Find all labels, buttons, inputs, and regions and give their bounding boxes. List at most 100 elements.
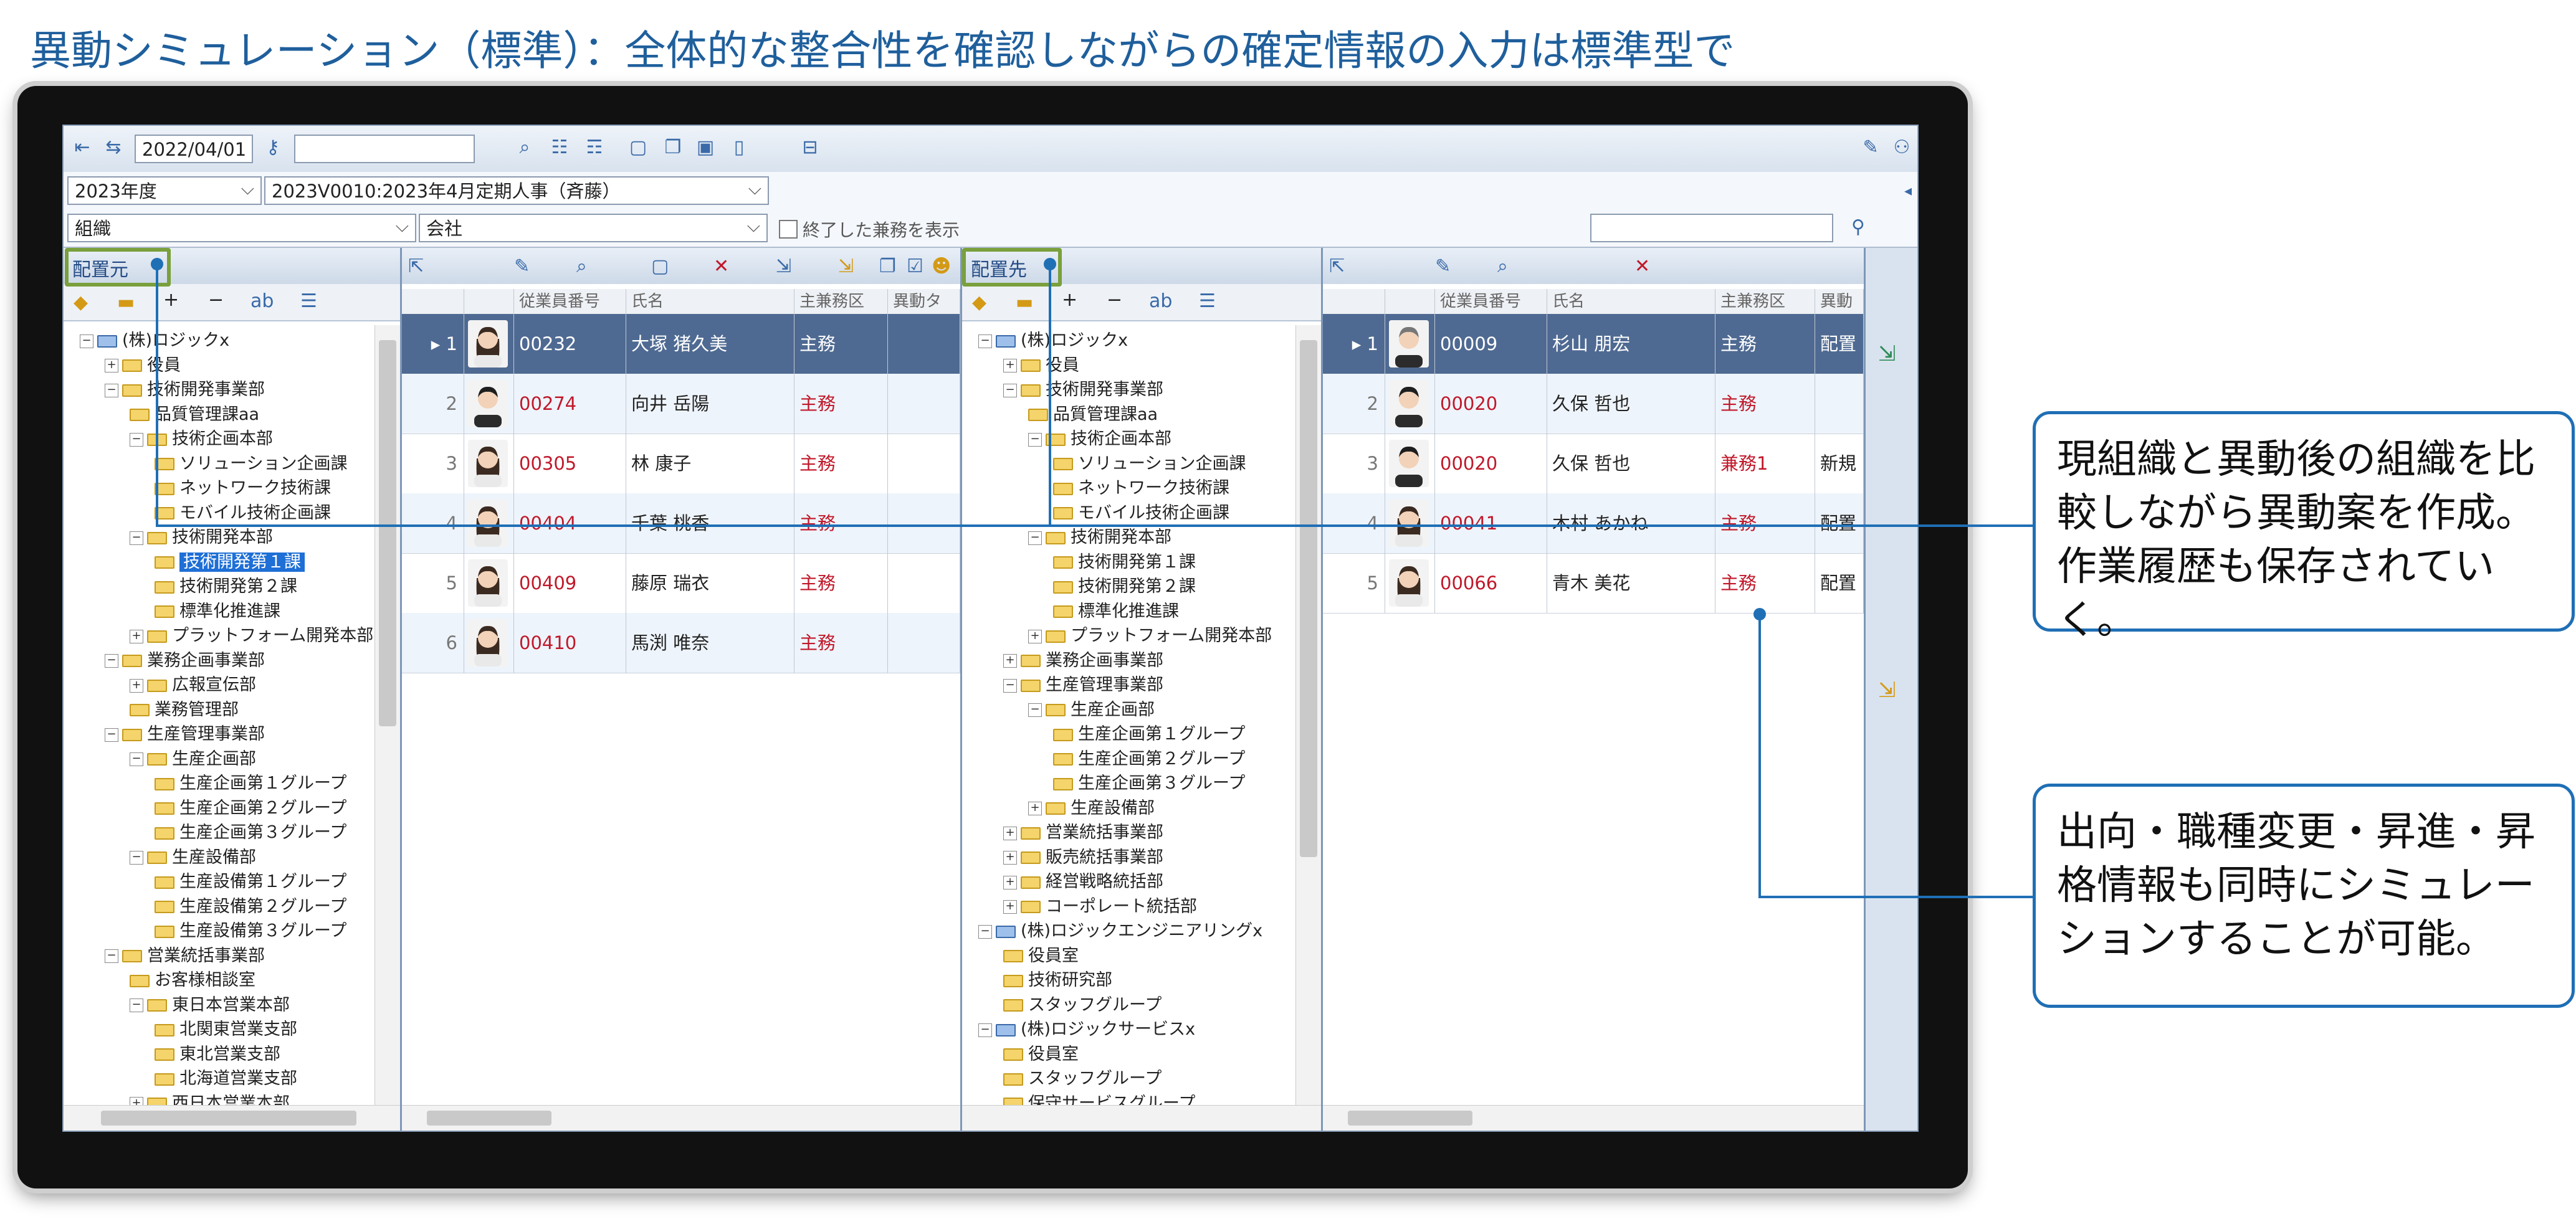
page-icon[interactable]: ▯ [727, 135, 751, 159]
collapse-node-icon[interactable]: − [105, 654, 118, 668]
dest-tree-hscrollbar[interactable] [962, 1105, 1321, 1131]
column-header[interactable] [402, 289, 464, 314]
move-icon[interactable]: ⇱ [408, 255, 424, 277]
expand-node-icon[interactable]: + [1028, 802, 1042, 815]
tree-node[interactable]: − 生産企画部 [130, 747, 256, 771]
transfer-alt-icon[interactable]: ⇲ [838, 255, 854, 277]
tree-node[interactable]: 保守サービスグループ [1003, 1092, 1195, 1106]
column-header[interactable]: 氏名 [1547, 289, 1715, 314]
collapse-icon[interactable]: ◂ [1896, 178, 1917, 203]
plus-icon[interactable]: + [1062, 289, 1077, 311]
tree-node[interactable]: 生産企画第１グループ [155, 772, 346, 795]
tree-node[interactable]: 生産企画第１グループ [1053, 723, 1245, 746]
find-icon[interactable]: ⌕ [1497, 255, 1508, 277]
table-row[interactable]: 4 00041 木村 あかね 主務 配置 [1323, 493, 1864, 554]
list-icon[interactable]: ☰ [300, 290, 317, 312]
collapse-node-icon[interactable]: − [130, 851, 143, 865]
table-row[interactable]: 6 00410 馬渕 唯奈 主務 [402, 613, 960, 673]
find-user-icon[interactable]: ⚲ [1846, 214, 1871, 239]
collapse-node-icon[interactable]: − [1028, 703, 1042, 717]
person-icon[interactable]: ☻ [932, 255, 951, 277]
fiscal-year-select[interactable]: 2023年度 [67, 176, 262, 205]
table-row[interactable]: 4 00404 千葉 桃香 主務 [402, 493, 960, 554]
search-icon[interactable]: ⌕ [512, 135, 537, 159]
tree-node[interactable]: 技術研究部 [1003, 969, 1112, 992]
tree-node[interactable]: 技術開発第２課 [155, 575, 297, 599]
org-type-select[interactable]: 組織 [67, 214, 416, 242]
tree-node[interactable]: − 生産企画部 [1028, 698, 1155, 722]
expand-node-icon[interactable]: + [1003, 851, 1017, 865]
collapse-node-icon[interactable]: − [1028, 432, 1042, 447]
dest-tree-scrollbar[interactable] [1295, 325, 1321, 1106]
column-header[interactable]: 主兼務区 [1715, 289, 1815, 314]
tree-node[interactable]: + コーポレート統括部 [1003, 895, 1197, 919]
tree-node[interactable]: 北海道営業支部 [155, 1067, 297, 1091]
tree-node[interactable]: + 経営戦略統括部 [1003, 870, 1163, 894]
table-row[interactable]: 3 00305 林 康子 主務 [402, 434, 960, 494]
tree-alt-icon[interactable]: ☶ [582, 135, 607, 159]
delete-icon[interactable]: ✕ [1634, 255, 1650, 277]
tree-node[interactable]: ソリューション企画課 [1053, 452, 1246, 476]
tree-node[interactable]: − 生産設備部 [130, 846, 256, 870]
tree-node[interactable]: 役員室 [1003, 944, 1079, 968]
tree-node[interactable]: 役員室 [1003, 1043, 1079, 1066]
expand-node-icon[interactable]: + [1003, 654, 1017, 668]
tree-node[interactable]: 標準化推進課 [155, 600, 280, 624]
source-grid-hscrollbar[interactable] [402, 1105, 960, 1131]
tree-node[interactable]: − 生産管理事業部 [1003, 673, 1163, 697]
tree-node[interactable]: + 役員 [105, 354, 181, 377]
expand-node-icon[interactable]: + [1003, 875, 1017, 889]
minus-icon[interactable]: − [1107, 289, 1122, 311]
layout-icon[interactable]: ⊟ [798, 135, 823, 159]
tree-node[interactable]: 生産企画第２グループ [1053, 747, 1245, 771]
expand-node-icon[interactable]: + [1003, 826, 1017, 840]
collapse-node-icon[interactable]: − [1028, 531, 1042, 545]
tree-node[interactable]: − 生産管理事業部 [105, 723, 265, 746]
collapse-node-icon[interactable]: − [978, 924, 992, 939]
collapse-node-icon[interactable]: − [105, 728, 118, 742]
tree-node[interactable]: 生産設備第２グループ [155, 895, 346, 919]
expand-node-icon[interactable]: + [130, 1097, 143, 1106]
show-ended-checkbox[interactable] [779, 220, 798, 239]
new-icon[interactable]: ▢ [626, 135, 651, 159]
key-icon[interactable]: ⚷ [260, 135, 285, 159]
save-icon[interactable]: ▣ [693, 135, 718, 159]
expand-node-icon[interactable]: + [1003, 900, 1017, 914]
tree-node[interactable]: ネットワーク技術課 [1053, 477, 1229, 500]
tree-node[interactable]: − (株)ロジックx [80, 329, 229, 353]
collapse-node-icon[interactable]: − [105, 949, 118, 963]
tree-node[interactable]: 品質管理課aa [130, 403, 259, 427]
tree-node[interactable]: 標準化推進課 [1053, 600, 1179, 624]
date-input[interactable]: 2022/04/01 [135, 135, 253, 163]
table-row[interactable]: 5 00066 青木 美花 主務 配置 [1323, 553, 1864, 614]
plan-select[interactable]: 2023V0010:2023年4月定期人事（斉藤） [264, 176, 769, 205]
tree-node[interactable]: − (株)ロジックエンジニアリングx [978, 919, 1262, 943]
expand-node-icon[interactable]: + [1003, 359, 1017, 372]
list-icon[interactable]: ☰ [1199, 290, 1216, 312]
transfer-icon[interactable]: ⇲ [776, 255, 791, 277]
tree-node[interactable]: 業務管理部 [130, 698, 239, 722]
text-icon[interactable]: ab [250, 290, 274, 312]
new-record-icon[interactable]: ▢ [651, 255, 669, 277]
tree-node[interactable]: + 業務企画事業部 [1003, 649, 1163, 673]
tree-node[interactable]: 生産設備第１グループ [155, 870, 346, 894]
collapse-node-icon[interactable]: − [105, 383, 118, 397]
tree-node[interactable]: − 技術開発事業部 [105, 378, 265, 402]
tree-node[interactable]: モバイル技術企画課 [155, 501, 331, 525]
column-header[interactable] [464, 289, 514, 314]
user-edit-icon[interactable]: ✎ [1858, 135, 1883, 159]
swap-icon[interactable]: ⇆ [101, 135, 126, 159]
tree-node[interactable]: − 業務企画事業部 [105, 649, 265, 673]
tree-icon[interactable]: ☷ [547, 135, 572, 159]
collapse-node-icon[interactable]: − [130, 998, 143, 1012]
tree-node[interactable]: + 生産設備部 [1028, 797, 1155, 820]
tree-node[interactable]: 生産企画第２グループ [155, 797, 346, 820]
expand-node-icon[interactable]: + [105, 359, 118, 372]
tree-node[interactable]: 北関東営業支部 [155, 1018, 297, 1041]
collapse-node-icon[interactable]: − [130, 432, 143, 447]
tree-node[interactable]: 技術開発第２課 [1053, 575, 1196, 599]
copy-record-icon[interactable]: ❐ [879, 255, 896, 277]
tree-node[interactable]: 東北営業支部 [155, 1043, 280, 1066]
column-header[interactable]: 従業員番号 [514, 289, 626, 314]
tree-node[interactable]: − 技術開発本部 [1028, 526, 1171, 549]
